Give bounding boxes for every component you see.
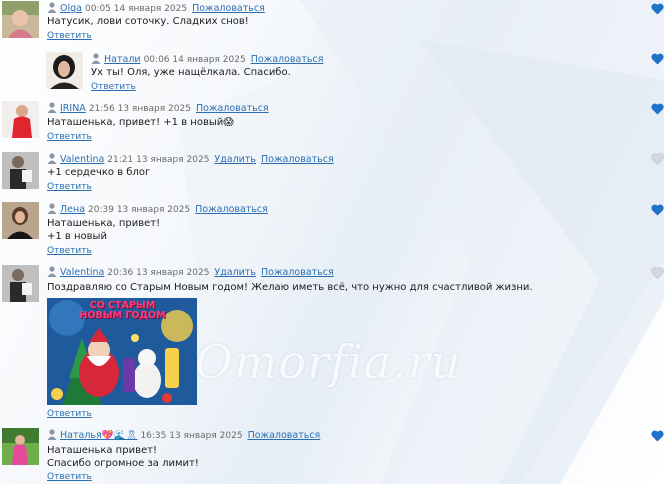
author-link[interactable]: Наталья💖🌊🎗 <box>60 430 137 441</box>
comment-date: 16:35 13 января 2025 <box>140 431 243 441</box>
user-icon <box>47 203 57 214</box>
heart-outline-icon[interactable] <box>651 267 664 279</box>
author-link[interactable]: Натали <box>104 54 141 65</box>
comment-line: Ух ты! Оля, уже нащёлкала. Спасибо. <box>91 67 291 78</box>
comment-text: Наташенька привет! Спасибо огромное за л… <box>47 444 199 470</box>
avatar[interactable] <box>46 52 83 89</box>
card-caption: СО СТАРЫМ НОВЫМ ГОДОМ <box>79 300 166 321</box>
comment-line: Натусик, лови соточку. Сладких снов! <box>47 16 249 27</box>
comment-text: Натусик, лови соточку. Сладких снов! <box>47 15 249 28</box>
comment-line: +1 сердечко в блог <box>47 167 151 178</box>
reply-link[interactable]: Ответить <box>91 82 136 93</box>
delete-link[interactable]: Удалить <box>214 267 256 278</box>
report-link[interactable]: Пожаловаться <box>192 3 265 14</box>
report-link[interactable]: Пожаловаться <box>196 103 269 114</box>
delete-link[interactable]: Удалить <box>214 154 256 165</box>
avatar[interactable] <box>2 101 39 138</box>
comment-date: 20:39 13 января 2025 <box>88 205 191 215</box>
reply-link[interactable]: Ответить <box>47 246 92 257</box>
comment-meta: Valentina 21:21 13 января 2025 Удалить Пожа… <box>47 153 334 165</box>
reply-link[interactable]: Ответить <box>47 472 92 483</box>
comment-line: Наташенька, привет! +1 в новый😱 <box>47 117 234 128</box>
comment-date: 20:36 13 января 2025 <box>107 268 210 278</box>
greeting-card-image[interactable]: СО СТАРЫМ НОВЫМ ГОДОМ <box>47 298 197 405</box>
user-icon <box>47 266 57 277</box>
user-icon <box>91 53 101 64</box>
author-link[interactable]: Лена <box>60 204 85 215</box>
heart-outline-icon[interactable] <box>651 153 664 165</box>
heart-icon[interactable] <box>651 103 664 115</box>
comment-text: Наташенька, привет! +1 в новый😱 <box>47 116 234 129</box>
comment-meta: Olga 00:05 14 января 2025 Пожаловаться <box>47 2 265 14</box>
comment-text: +1 сердечко в блог <box>47 166 150 179</box>
author-link[interactable]: Valentina <box>60 267 104 278</box>
report-link[interactable]: Пожаловаться <box>261 267 334 278</box>
heart-icon[interactable] <box>651 204 664 216</box>
comment-meta: IRINA 21:56 13 января 2025 Пожаловаться <box>47 102 269 114</box>
comment-text: Поздравляю со Старым Новым годом! Желаю … <box>47 281 533 294</box>
comment-meta: Valentina 20:36 13 января 2025 Удалить Пожа… <box>47 266 334 278</box>
comment-line: Поздравляю со Старым Новым годом! Желаю … <box>47 282 533 293</box>
comment-meta: Лена 20:39 13 января 2025 Пожаловаться <box>47 203 268 215</box>
comment-meta: Наталья💖🌊🎗 16:35 13 января 2025 Пожаловать… <box>47 429 320 441</box>
comment-line: Спасибо огромное за лимит! <box>47 458 199 469</box>
comment-text: Наташенька, привет! +1 в новый <box>47 217 160 243</box>
user-icon <box>47 102 57 113</box>
avatar[interactable] <box>2 152 39 189</box>
avatar[interactable] <box>2 1 39 38</box>
avatar[interactable] <box>2 265 39 302</box>
author-link[interactable]: Valentina <box>60 154 104 165</box>
reply-link[interactable]: Ответить <box>47 132 92 143</box>
comment-date: 21:21 13 января 2025 <box>107 155 210 165</box>
comment-line: Наташенька привет! <box>47 445 157 456</box>
report-link[interactable]: Пожаловаться <box>261 154 334 165</box>
comment-date: 00:05 14 января 2025 <box>84 4 188 14</box>
watermark: Omorfia.ru <box>195 335 462 389</box>
comment-line: Наташенька, привет! <box>47 218 161 229</box>
report-link[interactable]: Пожаловаться <box>195 204 268 215</box>
comment-line: +1 в новый <box>47 231 107 242</box>
reply-link[interactable]: Ответить <box>47 409 92 420</box>
user-icon <box>47 429 57 440</box>
reply-link[interactable]: Ответить <box>47 31 92 42</box>
report-link[interactable]: Пожаловаться <box>248 430 321 441</box>
comment-date: 21:56 13 января 2025 <box>88 104 191 114</box>
avatar[interactable] <box>2 202 39 239</box>
comment-text: Ух ты! Оля, уже нащёлкала. Спасибо. <box>91 66 291 79</box>
author-link[interactable]: IRINA <box>60 103 86 114</box>
user-icon <box>47 2 57 13</box>
reply-link[interactable]: Ответить <box>47 182 92 193</box>
avatar[interactable] <box>2 428 39 465</box>
report-link[interactable]: Пожаловаться <box>251 54 324 65</box>
user-icon <box>47 153 57 164</box>
heart-icon[interactable] <box>651 53 664 65</box>
heart-icon[interactable] <box>651 430 664 442</box>
comment-date: 00:06 14 января 2025 <box>143 55 246 65</box>
comment-meta: Натали 00:06 14 января 2025 Пожаловаться <box>91 53 323 65</box>
author-link[interactable]: Olga <box>60 3 82 14</box>
heart-icon[interactable] <box>651 3 664 15</box>
